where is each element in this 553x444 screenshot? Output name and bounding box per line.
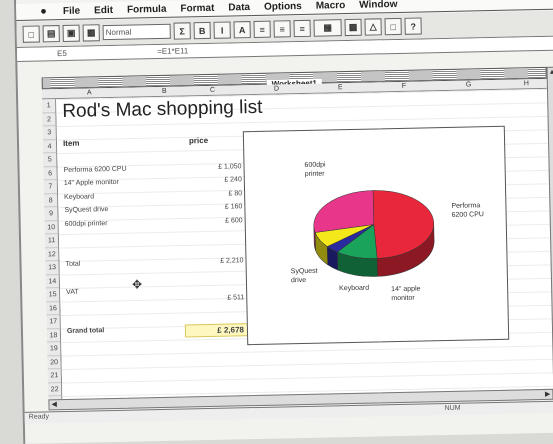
row-header[interactable]: 5 xyxy=(43,153,57,167)
cell-reference[interactable]: E5 xyxy=(57,49,67,58)
scroll-up-icon[interactable]: ▲ xyxy=(549,69,553,76)
price-header: price xyxy=(188,135,209,146)
list-item[interactable]: Performa 6200 CPU xyxy=(64,166,127,174)
list-item[interactable]: Keyboard xyxy=(64,193,94,201)
pie-label-printer: 600dpi xyxy=(304,162,326,169)
row-header[interactable]: 6 xyxy=(43,166,57,181)
move-cursor-icon: ✥ xyxy=(131,277,143,292)
column-header-g[interactable]: G xyxy=(466,81,472,88)
column-header-a[interactable]: A xyxy=(87,89,92,96)
scroll-left-icon[interactable]: ◀ xyxy=(51,400,57,408)
row-header[interactable]: 14 xyxy=(45,274,60,289)
row-header[interactable]: 16 xyxy=(46,301,60,316)
pie-label-drive: drive xyxy=(291,277,306,284)
total-label[interactable]: Total xyxy=(65,261,80,268)
list-item[interactable]: SyQuest drive xyxy=(64,206,108,214)
drawing-icon[interactable]: △ xyxy=(364,18,382,36)
row-header[interactable]: 15 xyxy=(46,288,60,302)
save-icon[interactable]: ▣ xyxy=(62,24,80,42)
row-header[interactable]: 21 xyxy=(47,369,62,383)
menu-window[interactable]: Window xyxy=(359,0,397,10)
price-cell[interactable]: £ 1,050 xyxy=(197,163,242,171)
total-value[interactable]: £ 2,210 xyxy=(199,257,244,265)
new-file-icon[interactable]: □ xyxy=(22,25,40,43)
scroll-right-icon[interactable]: ▶ xyxy=(545,390,551,398)
help-icon[interactable]: ? xyxy=(404,17,422,35)
align-left-icon[interactable]: ≡ xyxy=(253,20,271,38)
price-cell[interactable]: £ 240 xyxy=(198,176,242,184)
text-box-icon[interactable]: □ xyxy=(384,17,402,36)
align-right-icon[interactable]: ≡ xyxy=(293,19,311,38)
print-icon[interactable]: ▩ xyxy=(82,24,100,42)
sheet-title: Rod's Mac shopping list xyxy=(62,96,263,123)
row-header[interactable]: 2 xyxy=(42,112,56,127)
font-size-button[interactable]: A xyxy=(233,21,251,39)
price-cell[interactable]: £ 160 xyxy=(198,203,243,211)
bold-button[interactable]: B xyxy=(193,21,211,40)
vat-label[interactable]: VAT xyxy=(66,289,79,296)
row-header[interactable]: 8 xyxy=(44,193,58,208)
pie-chart-svg: Performa 6200 CPU 14" apple monitor Keyboa… xyxy=(291,162,484,303)
row-header[interactable]: 7 xyxy=(43,180,58,194)
row-header[interactable]: 4 xyxy=(42,139,57,154)
pie-label-keyboard: Keyboard xyxy=(339,285,369,293)
status-text: Ready xyxy=(28,413,50,421)
menu-file[interactable]: File xyxy=(63,5,80,16)
italic-button[interactable]: I xyxy=(213,21,231,39)
chart-wizard-icon[interactable]: ▩ xyxy=(344,18,362,37)
column-header-e[interactable]: E xyxy=(338,84,343,91)
worksheet-grid[interactable]: Rod's Mac shopping list Item price Perfo… xyxy=(56,88,553,400)
menu-data[interactable]: Data xyxy=(228,2,250,13)
row-header[interactable]: 11 xyxy=(44,234,59,248)
pie-label-printer: printer xyxy=(305,171,326,178)
row-header[interactable]: 20 xyxy=(47,355,61,370)
grand-total-label[interactable]: Grand total xyxy=(67,327,104,335)
menu-formula[interactable]: Formula xyxy=(127,3,167,15)
grand-total-cell[interactable]: £ 2,678 xyxy=(184,323,250,338)
row-header[interactable]: 22 xyxy=(48,382,62,397)
pie-label-cpu: 6200 CPU xyxy=(452,211,484,219)
pie-label-drive: SyQuest xyxy=(291,268,318,276)
style-select[interactable]: Normal xyxy=(102,23,171,41)
open-file-icon[interactable]: ▤ xyxy=(42,25,60,43)
num-lock-indicator: NUM xyxy=(444,404,461,413)
column-header-f[interactable]: F xyxy=(402,83,406,90)
column-header-c[interactable]: C xyxy=(210,87,215,94)
sum-button[interactable]: Σ xyxy=(173,22,191,40)
row-header[interactable]: 10 xyxy=(44,220,58,235)
align-center-icon[interactable]: ≡ xyxy=(273,20,291,38)
vat-value[interactable]: £ 511 xyxy=(200,294,244,302)
item-header: Item xyxy=(62,138,80,149)
row-header[interactable]: 13 xyxy=(45,261,59,275)
menu-edit[interactable]: Edit xyxy=(94,4,113,15)
row-header[interactable]: 9 xyxy=(44,207,58,221)
list-item[interactable]: 14" Apple monitor xyxy=(64,179,119,187)
pie-label-cpu: Performa xyxy=(451,202,480,210)
row-header[interactable]: 17 xyxy=(46,315,60,329)
column-header-d[interactable]: D xyxy=(274,85,279,92)
menu-format[interactable]: Format xyxy=(180,2,214,14)
borders-icon[interactable]: ▦ xyxy=(313,19,342,37)
apple-menu-icon[interactable]: ● xyxy=(40,5,47,17)
column-header-b[interactable]: B xyxy=(162,88,167,95)
price-cell[interactable]: £ 80 xyxy=(198,190,242,198)
row-header[interactable]: 1 xyxy=(42,99,56,113)
pie-chart[interactable]: Performa 6200 CPU 14" apple monitor Keyboa… xyxy=(242,125,510,346)
menu-options[interactable]: Options xyxy=(264,0,302,12)
list-item[interactable]: 600dpi printer xyxy=(65,220,108,228)
row-header[interactable]: 12 xyxy=(45,247,59,262)
column-header-h[interactable]: H xyxy=(524,80,529,87)
menu-macro[interactable]: Macro xyxy=(316,0,346,11)
pie-label-monitor: monitor xyxy=(391,295,415,303)
row-header[interactable]: 19 xyxy=(47,342,61,356)
pie-label-monitor: 14" apple xyxy=(391,286,421,294)
formula-input[interactable]: =E1*E11 xyxy=(157,46,188,56)
row-header[interactable]: 18 xyxy=(46,328,61,343)
row-header[interactable]: 3 xyxy=(42,126,56,140)
screen: ● File Edit Formula Format Data Options … xyxy=(14,0,553,444)
price-cell[interactable]: £ 600 xyxy=(199,217,243,225)
